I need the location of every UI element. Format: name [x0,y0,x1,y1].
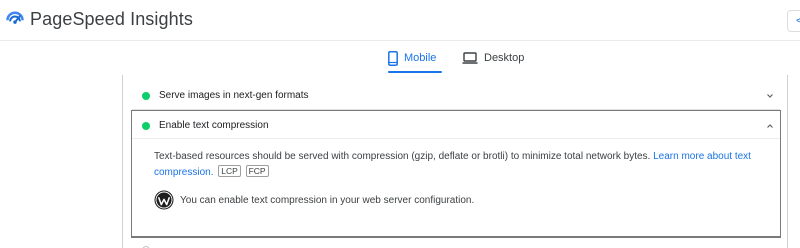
app-title: PageSpeed Insights [30,9,193,29]
app-header: PageSpeed Insights < [0,0,800,40]
pass-status-dot [142,92,150,100]
tab-desktop[interactable]: Desktop [462,41,524,75]
audit-header[interactable]: Enable text compression [132,111,780,139]
tab-mobile-label: Mobile [404,52,437,64]
device-tabs: Mobile Desktop [0,41,800,75]
platform-tip: You can enable text compression in your … [154,190,474,210]
phone-icon [388,50,398,66]
audit-title: Serve images in next-gen formats [159,90,309,101]
audits-panel: Serve images in next-gen formats Enable … [122,75,788,248]
description-text: Text-based resources should be served wi… [154,151,651,162]
audit-title: Enable text compression [159,120,269,131]
tab-mobile[interactable]: Mobile [388,41,436,75]
audit-row-text-compression: Enable text compression Text-based resou… [131,110,781,238]
metric-tag-lcp: LCP [218,165,241,177]
platform-tip-text: You can enable text compression in your … [180,194,475,206]
tab-desktop-label: Desktop [484,52,525,64]
pagespeed-logo-icon[interactable] [6,9,24,27]
chevron-down-icon[interactable] [766,92,774,100]
audit-description: Text-based resources should be served wi… [154,149,764,181]
edge-button[interactable]: < [787,10,800,32]
laptop-icon [462,52,478,64]
audit-row-next-gen-formats[interactable]: Serve images in next-gen formats [132,82,780,110]
tab-selected-indicator [388,71,442,73]
pass-status-dot [142,122,150,130]
audit-row-partial[interactable] [132,238,780,248]
metric-tag-fcp: FCP [245,165,269,177]
wordpress-icon [154,190,174,210]
chevron-up-icon[interactable] [766,122,774,130]
